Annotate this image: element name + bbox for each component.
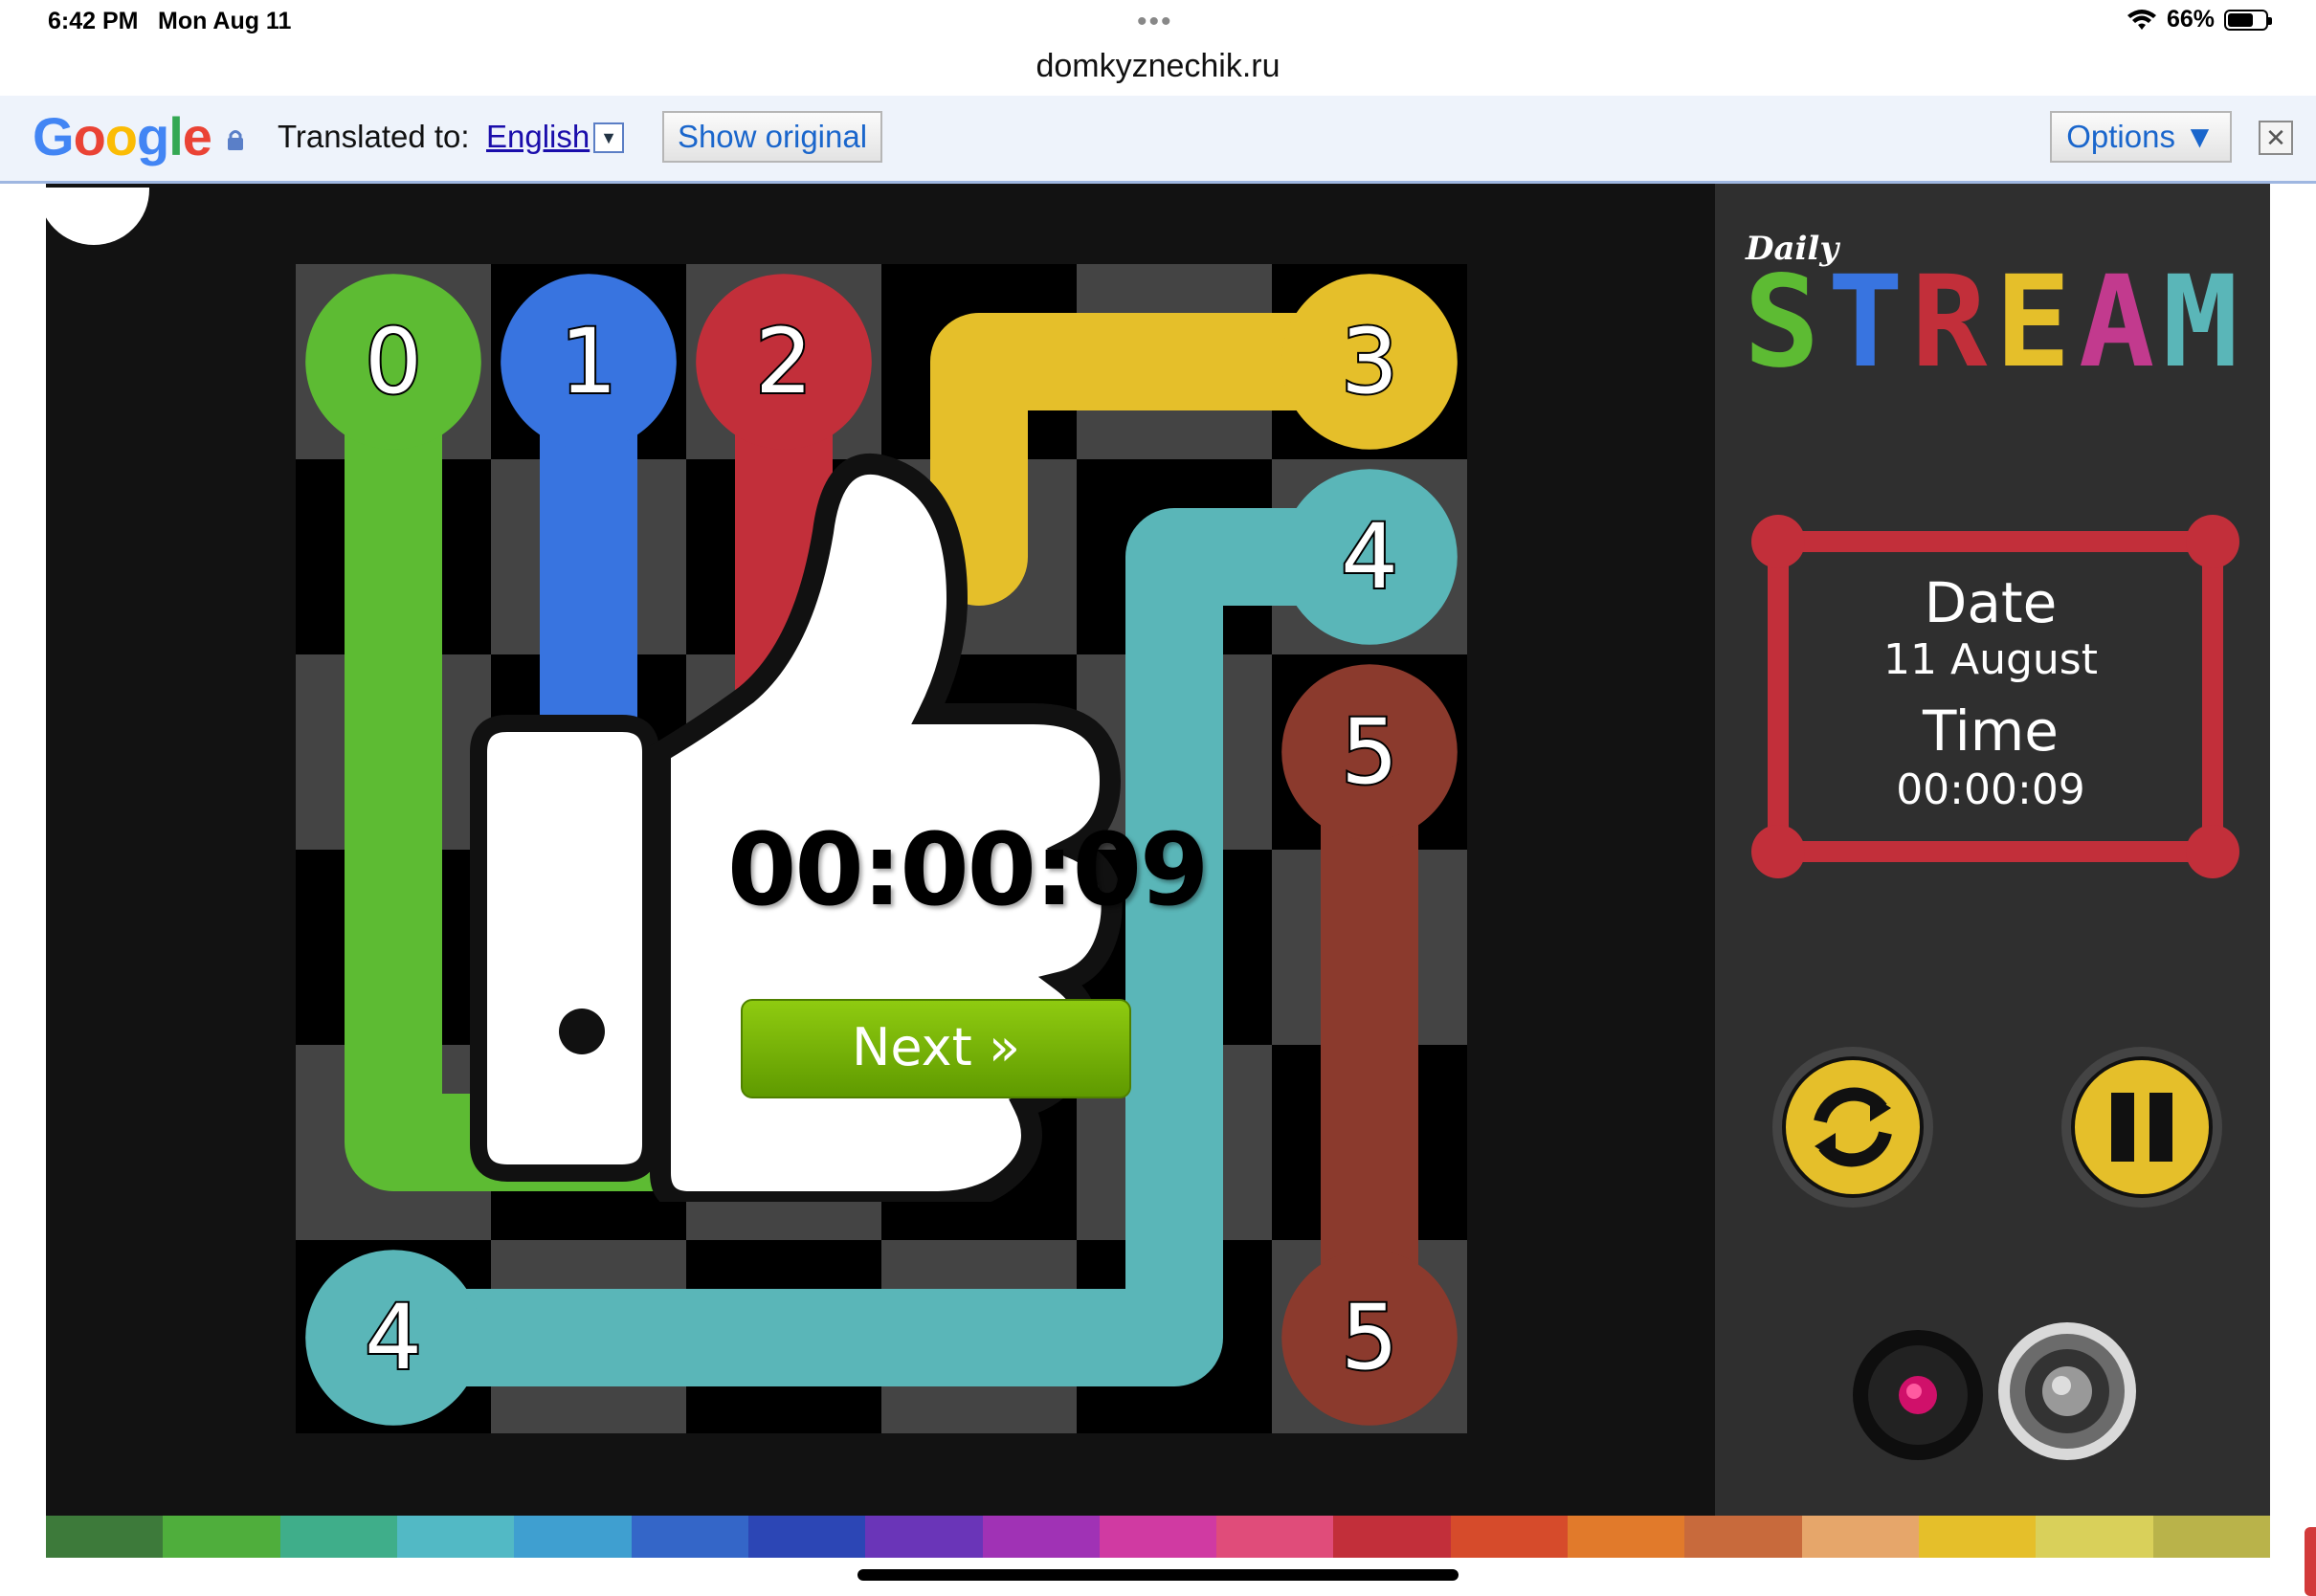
strip-segment (865, 1516, 983, 1558)
target-language-link[interactable]: English (486, 119, 590, 155)
battery-percent: 66% (2166, 6, 2215, 33)
endpoint-label: 5 (1341, 700, 1398, 805)
endpoint-label: 2 (755, 310, 813, 414)
strip-segment (279, 1516, 397, 1558)
time-label: Time (1923, 698, 2059, 764)
close-icon[interactable]: ✕ (2259, 121, 2293, 155)
restart-icon[interactable] (1770, 1045, 1935, 1209)
strip-segment (163, 1516, 280, 1558)
endpoint-label: 4 (365, 1286, 422, 1390)
google-logo: Google (33, 106, 212, 166)
strip-segment (46, 1516, 164, 1558)
logo-letter: E (1994, 249, 2079, 396)
logo-letter: S (1744, 249, 1828, 396)
speaker-icon[interactable] (1996, 1320, 2138, 1462)
record-icon[interactable] (1851, 1328, 1985, 1462)
strip-segment (1450, 1516, 1569, 1558)
date-label: Date (1924, 570, 2058, 635)
logo-stream: STREAM (1744, 249, 2246, 396)
popup-time: 00:00:09 (727, 811, 1209, 928)
wifi-icon (2127, 9, 2156, 30)
lock-icon (228, 130, 243, 150)
strip-segment (1684, 1516, 1802, 1558)
logo-letter: A (2078, 249, 2163, 396)
translate-bar: Google Translated to: English ▼ Show ori… (0, 96, 2316, 184)
battery-icon (2224, 9, 2272, 31)
strip-segment (1099, 1516, 1217, 1558)
language-dropdown-icon[interactable]: ▼ (593, 122, 624, 153)
strip-segment (1216, 1516, 1334, 1558)
strip-segment (2152, 1516, 2270, 1558)
status-date: Mon Aug 11 (158, 8, 292, 34)
time-value: 00:00:09 (1896, 765, 2085, 814)
status-time: 6:42 PM (48, 8, 139, 34)
status-bar: 6:42 PM Mon Aug 11 ••• 66% (0, 0, 2316, 46)
color-strip (46, 1516, 2270, 1558)
logo-letter: R (1910, 249, 1995, 396)
info-frame (1751, 515, 2239, 878)
strip-segment (1919, 1516, 2037, 1558)
endpoint-label: 3 (1341, 310, 1398, 414)
strip-segment (1333, 1516, 1451, 1558)
logo-letter: T (1827, 249, 1911, 396)
endpoint-label: 1 (560, 310, 617, 414)
home-indicator[interactable] (857, 1569, 1459, 1581)
strip-segment (2036, 1516, 2153, 1558)
strip-segment (747, 1516, 866, 1558)
strip-segment (396, 1516, 515, 1558)
pause-icon[interactable] (2060, 1045, 2224, 1209)
strip-segment (982, 1516, 1100, 1558)
show-original-button[interactable]: Show original (662, 111, 882, 163)
logo-letter: M (2162, 249, 2246, 396)
strip-segment (631, 1516, 748, 1558)
date-value: 11 August (1883, 635, 2098, 684)
side-tab (2305, 1527, 2316, 1596)
status-right: 66% (2127, 6, 2272, 33)
endpoint-label: 0 (365, 310, 422, 414)
options-button[interactable]: Options ▼ (2050, 111, 2232, 163)
address-bar[interactable]: domkyznechik.ru (0, 46, 2316, 97)
translated-to-label: Translated to: (278, 119, 470, 154)
next-button[interactable]: Next » (741, 999, 1131, 1098)
url-text[interactable]: domkyznechik.ru (0, 48, 2316, 85)
strip-segment (1801, 1516, 1919, 1558)
endpoint-label: 5 (1341, 1286, 1398, 1390)
endpoint-label: 4 (1341, 505, 1398, 610)
multitask-dots-icon[interactable]: ••• (1137, 6, 1173, 38)
strip-segment (514, 1516, 632, 1558)
strip-segment (1568, 1516, 1685, 1558)
